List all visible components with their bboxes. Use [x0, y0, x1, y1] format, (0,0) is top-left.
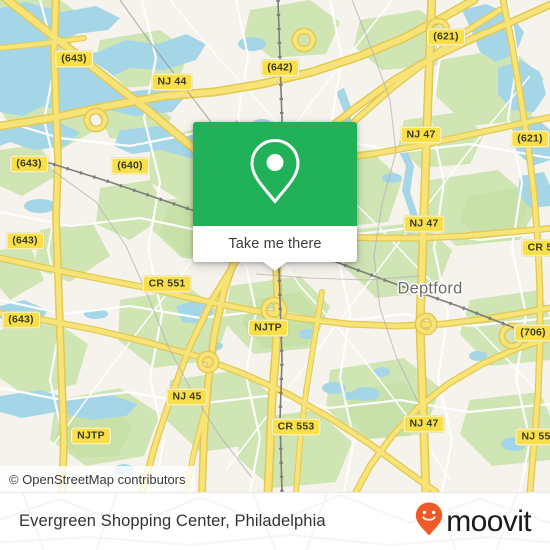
road-shield: CR 553 [271, 418, 321, 436]
road-shield: CR 5 [521, 239, 550, 257]
road-shield: (640) [111, 157, 149, 175]
moovit-smiley-pin-icon [414, 501, 444, 542]
road-shield: (643) [2, 311, 40, 329]
road-shield: (643) [6, 232, 44, 250]
place-label: Deptford [397, 279, 463, 298]
popup-pointer-tail [262, 261, 288, 271]
road-shield: NJ 44 [151, 73, 193, 91]
road-shield: (706) [514, 324, 550, 342]
road-shield: (621) [511, 130, 549, 148]
destination-popup-card[interactable]: Take me there [193, 122, 357, 262]
road-shield: (643) [55, 50, 93, 68]
take-me-there-label: Take me there [228, 236, 322, 252]
page-title: Evergreen Shopping Center, Philadelphia [19, 512, 326, 530]
moovit-wordmark: moovit [446, 504, 531, 538]
road-shield: (642) [261, 59, 299, 77]
road-shield: NJTP [248, 319, 288, 337]
map-canvas[interactable]: (643) NJ 44 (642) (621) NJ 47 (621) (643) (640)… [0, 0, 550, 492]
moovit-map-page: (643) NJ 44 (642) (621) NJ 47 (621) (643) (640)… [0, 0, 550, 550]
take-me-there-button[interactable]: Take me there [193, 226, 357, 262]
road-shield: (643) [10, 155, 48, 173]
road-shield: NJ 47 [400, 126, 442, 144]
road-shield: (621) [427, 28, 465, 46]
road-shield: NJ 47 [403, 215, 445, 233]
attribution-text: © OpenStreetMap contributors [9, 471, 186, 487]
road-shield: NJ 55 [515, 428, 550, 446]
location-pin-icon [247, 138, 303, 211]
map-attribution[interactable]: © OpenStreetMap contributors [0, 466, 195, 492]
footer-bar: Evergreen Shopping Center, Philadelphia … [0, 492, 550, 550]
road-shield: NJ 47 [403, 415, 445, 433]
popup-hero [193, 122, 357, 226]
road-shield: NJTP [71, 427, 111, 445]
road-shield: NJ 45 [166, 388, 208, 406]
moovit-logo[interactable]: moovit [414, 501, 532, 542]
road-shield: CR 551 [142, 275, 192, 293]
